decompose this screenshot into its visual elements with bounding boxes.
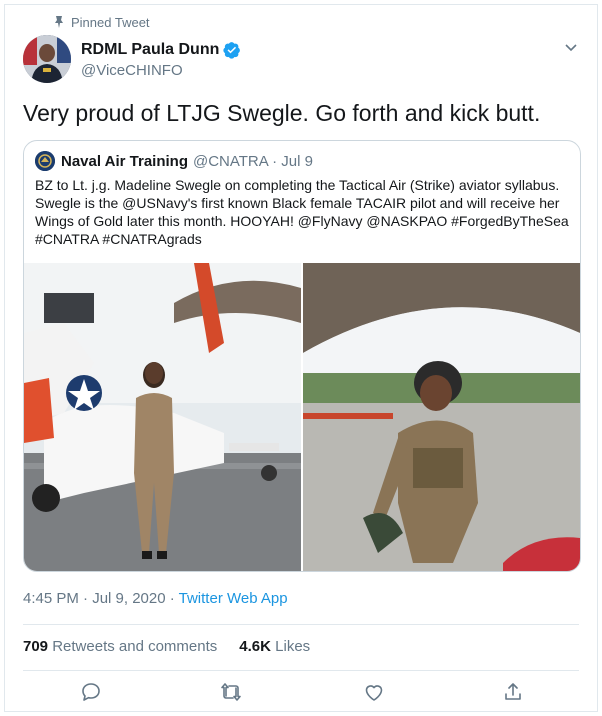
reply-icon[interactable]: [79, 680, 103, 704]
chevron-down-icon[interactable]: [563, 39, 579, 55]
quoted-photos: [24, 263, 580, 571]
quoted-name: Naval Air Training: [61, 152, 188, 170]
quoted-handle-date: @CNATRA · Jul 9: [192, 152, 313, 170]
author-name[interactable]: RDML Paula Dunn: [81, 41, 219, 59]
pinned-indicator: Pinned Tweet: [55, 15, 150, 30]
photo-pilot-with-jet[interactable]: [24, 263, 301, 571]
tweet-stats: 709 Retweets and comments 4.6K Likes: [23, 638, 332, 655]
source-app-link[interactable]: Twitter Web App: [179, 590, 288, 607]
retweets-count: 709: [23, 638, 49, 655]
divider: [23, 624, 579, 625]
verified-icon: [223, 42, 241, 59]
quoted-text: BZ to Lt. j.g. Madeline Swegle on comple…: [35, 177, 569, 247]
retweets-label: Retweets and comments: [52, 638, 218, 655]
retweet-icon[interactable]: [219, 680, 243, 704]
tweet-timestamp[interactable]: 4:45 PM · Jul 9, 2020 ·: [23, 590, 179, 607]
likes-count: 4.6K: [239, 638, 271, 655]
share-icon[interactable]: [501, 680, 525, 704]
tweet-card: Pinned Tweet RDML Paula Dunn @ViceCHINFO…: [4, 4, 598, 712]
divider: [23, 670, 579, 671]
author-name-row: RDML Paula Dunn: [81, 41, 241, 59]
quoted-avatar: [35, 151, 55, 171]
tweet-meta: 4:45 PM · Jul 9, 2020 · Twitter Web App: [23, 590, 288, 607]
likes-stat[interactable]: 4.6K Likes: [239, 638, 310, 655]
pinned-label: Pinned Tweet: [71, 15, 150, 30]
likes-label: Likes: [275, 638, 311, 655]
author-handle[interactable]: @ViceCHINFO: [81, 62, 183, 79]
quoted-tweet[interactable]: Naval Air Training @CNATRA · Jul 9 BZ to…: [23, 140, 581, 572]
tweet-actions: [79, 680, 529, 704]
pin-icon: [55, 16, 63, 28]
like-icon[interactable]: [362, 680, 386, 704]
photo-pilot-walking[interactable]: [303, 263, 580, 571]
retweets-stat[interactable]: 709 Retweets and comments: [23, 638, 217, 655]
tweet-text: Very proud of LTJG Swegle. Go forth and …: [23, 100, 541, 126]
avatar[interactable]: [23, 35, 71, 83]
quoted-header: Naval Air Training @CNATRA · Jul 9: [35, 151, 313, 171]
